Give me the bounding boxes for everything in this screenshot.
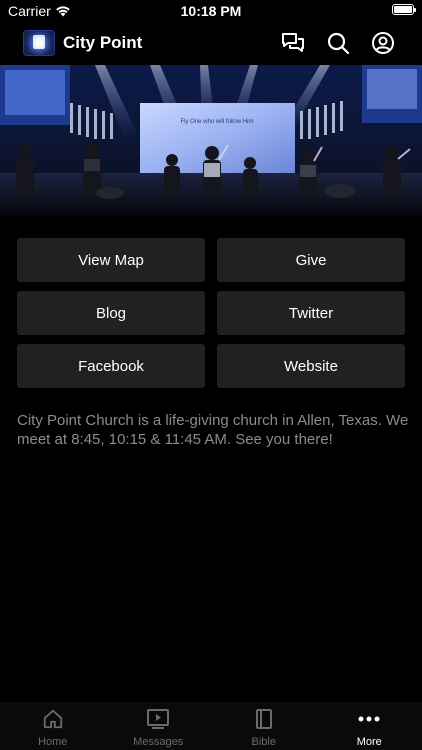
hero-banner-image: Fly One who will follow Him (0, 65, 422, 215)
status-time: 10:18 PM (180, 3, 242, 19)
facebook-button[interactable]: Facebook (17, 344, 205, 388)
tab-messages[interactable]: Messages (106, 702, 212, 750)
view-map-button[interactable]: View Map (17, 238, 205, 282)
profile-icon[interactable] (371, 31, 395, 55)
give-button[interactable]: Give (217, 238, 405, 282)
more-icon (358, 716, 380, 722)
app-title: City Point (63, 33, 143, 52)
tab-bar: Home Messages Bible More (0, 702, 422, 750)
chat-icon[interactable] (281, 31, 305, 55)
stage-screen-text: Fly One who will follow Him (180, 119, 253, 125)
tab-more[interactable]: More (317, 702, 422, 750)
twitter-button[interactable]: Twitter (217, 291, 405, 335)
battery-icon (392, 4, 416, 15)
tab-home-label: Home (38, 736, 68, 748)
status-bar: Carrier 10:18 PM (0, 0, 422, 22)
app-header: City Point (0, 22, 422, 65)
tab-messages-label: Messages (133, 736, 184, 748)
worship-stage-illustration: Fly One who will follow Him (0, 65, 422, 215)
home-icon (43, 709, 62, 729)
tab-bible[interactable]: Bible (211, 702, 317, 750)
search-icon[interactable] (326, 31, 350, 55)
play-icon (147, 709, 170, 729)
church-logo (23, 30, 55, 56)
tab-home[interactable]: Home (0, 702, 106, 750)
website-button[interactable]: Website (217, 344, 405, 388)
blog-button[interactable]: Blog (17, 291, 205, 335)
church-description: City Point Church is a life-giving churc… (17, 412, 409, 448)
tab-more-label: More (356, 736, 382, 748)
tab-bible-label: Bible (251, 736, 276, 748)
book-icon (255, 709, 272, 729)
